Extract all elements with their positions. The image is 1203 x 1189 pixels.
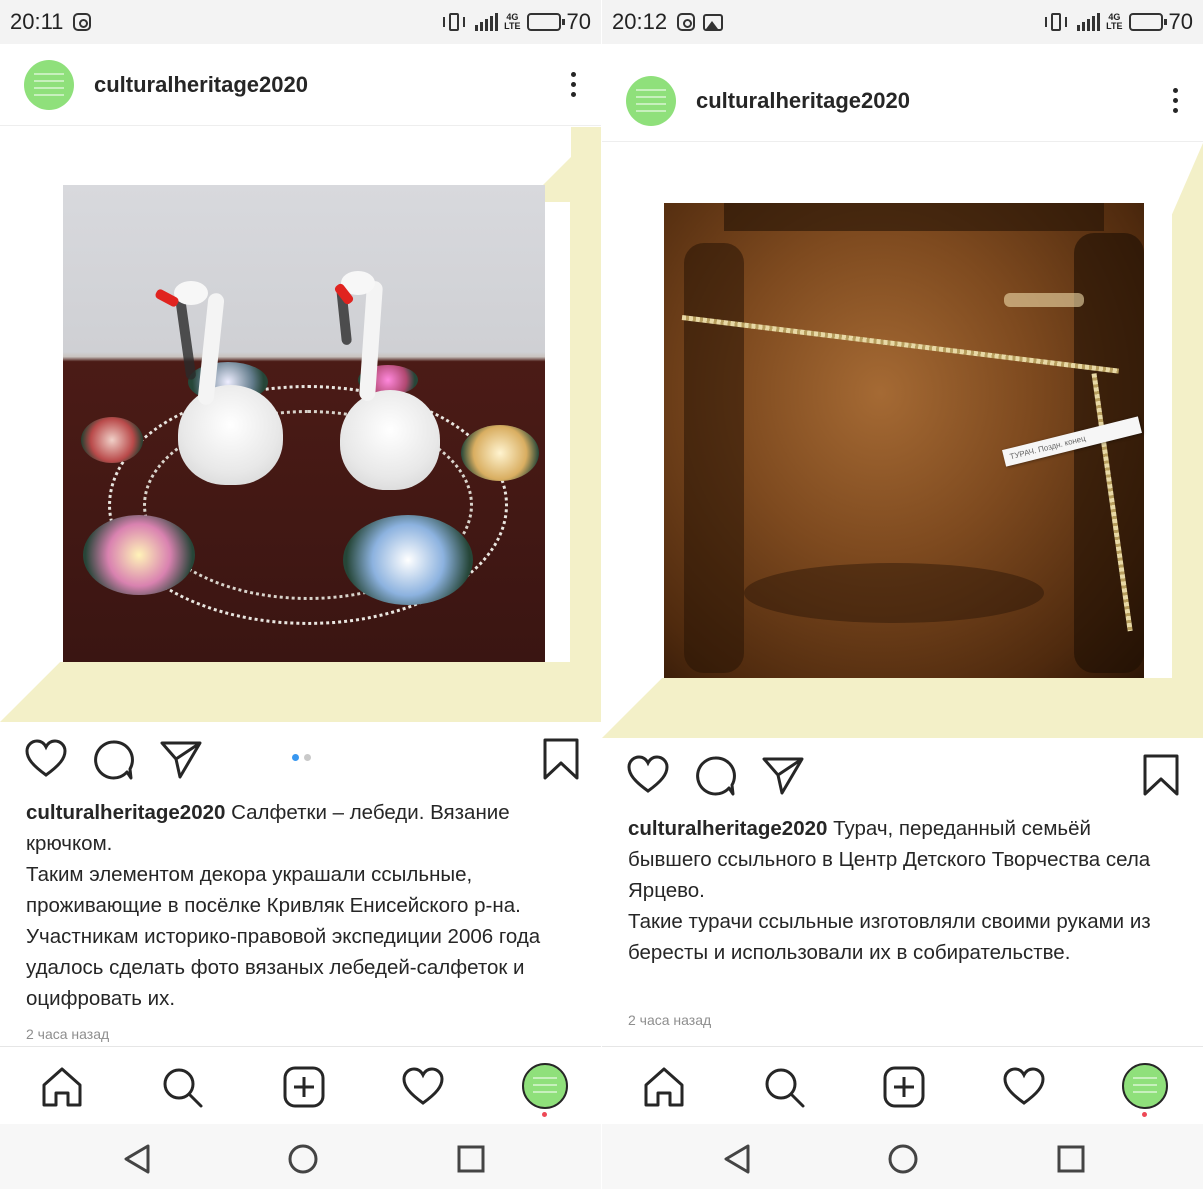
instagram-notification-icon (73, 13, 92, 31)
vibrate-icon (443, 13, 466, 31)
caption-username[interactable]: culturalheritage2020 (26, 801, 225, 824)
heart-icon[interactable] (626, 753, 670, 797)
battery-icon (1128, 13, 1167, 31)
left-screenshot: 20:11 4G LTE 70 culturalheritage2020 cul… (0, 0, 601, 1189)
swans-photo (63, 185, 545, 662)
system-nav-bar (602, 1124, 1203, 1189)
post-caption: culturalheritage2020 Салфетки – лебеди. … (26, 797, 571, 1014)
post-username[interactable]: culturalheritage2020 (94, 72, 308, 98)
signal-icon (1077, 13, 1101, 31)
add-post-icon[interactable] (282, 1065, 326, 1109)
battery-level: 70 (1168, 9, 1193, 34)
profile-tab-avatar[interactable] (522, 1063, 568, 1109)
status-time: 20:11 (10, 9, 64, 34)
post-header: culturalheritage2020 (602, 60, 1203, 142)
home-circle-icon[interactable] (286, 1142, 320, 1176)
send-icon[interactable] (160, 739, 202, 781)
bottom-nav (0, 1046, 601, 1124)
caption-username[interactable]: culturalheritage2020 (628, 817, 827, 840)
comment-icon[interactable] (694, 755, 736, 797)
home-icon[interactable] (642, 1065, 686, 1109)
notification-dot (542, 1112, 547, 1117)
instagram-notification-icon (677, 13, 696, 31)
avatar[interactable] (24, 59, 74, 110)
activity-heart-icon[interactable] (1002, 1065, 1046, 1109)
network-type: 4G LTE (504, 12, 521, 31)
network-type: 4G LTE (1106, 12, 1123, 31)
signal-icon (475, 13, 499, 31)
system-nav-bar (0, 1124, 601, 1189)
bottom-nav (602, 1046, 1203, 1124)
more-options-icon[interactable] (569, 72, 577, 97)
add-post-icon[interactable] (882, 1065, 926, 1109)
frame-right-band (1172, 143, 1203, 738)
comment-icon[interactable] (92, 739, 134, 781)
vibrate-icon (1045, 13, 1068, 31)
status-bar: 20:11 4G LTE 70 (0, 0, 601, 44)
caption-body: Таким элементом декора украшали ссыльные… (26, 863, 541, 1010)
post-header: culturalheritage2020 (0, 44, 601, 126)
search-icon[interactable] (762, 1065, 806, 1109)
recents-square-icon[interactable] (454, 1142, 488, 1176)
right-screenshot: 20:12 4G LTE 70 culturalheritage2020 ТУР… (602, 0, 1203, 1189)
bookmark-icon[interactable] (1142, 753, 1180, 797)
recents-square-icon[interactable] (1054, 1142, 1088, 1176)
send-icon[interactable] (762, 755, 804, 797)
heart-icon[interactable] (24, 737, 68, 781)
caption-body: Такие турачи ссыльные изготовляли своими… (628, 910, 1151, 964)
bookmark-icon[interactable] (542, 737, 580, 781)
post-media[interactable] (0, 127, 601, 722)
post-timestamp: 2 часа назад (628, 1012, 712, 1028)
post-actions (0, 737, 601, 781)
turach-photo: ТУРАЧ. Поздн. конец (664, 203, 1144, 678)
home-circle-icon[interactable] (886, 1142, 920, 1176)
back-triangle-icon[interactable] (120, 1142, 154, 1176)
search-icon[interactable] (160, 1065, 204, 1109)
post-media[interactable]: ТУРАЧ. Поздн. конец (602, 143, 1203, 738)
battery-level: 70 (566, 9, 591, 34)
post-timestamp: 2 часа назад (26, 1026, 110, 1042)
back-triangle-icon[interactable] (720, 1142, 754, 1176)
post-username[interactable]: culturalheritage2020 (696, 88, 910, 114)
frame-bottom (602, 678, 1203, 738)
status-bar: 20:12 4G LTE 70 (602, 0, 1203, 44)
gallery-notification-icon (703, 13, 724, 31)
avatar[interactable] (626, 75, 676, 126)
carousel-indicator (292, 754, 311, 761)
post-caption: culturalheritage2020 Турач, переданный с… (628, 813, 1173, 968)
status-time: 20:12 (612, 9, 668, 34)
profile-tab-avatar[interactable] (1122, 1063, 1168, 1109)
activity-heart-icon[interactable] (401, 1065, 445, 1109)
frame-bottom (0, 662, 601, 722)
home-icon[interactable] (40, 1065, 84, 1109)
post-actions (602, 753, 1203, 797)
more-options-icon[interactable] (1171, 88, 1179, 113)
frame-right-band (570, 127, 601, 722)
notification-dot (1142, 1112, 1147, 1117)
battery-icon (526, 13, 565, 31)
